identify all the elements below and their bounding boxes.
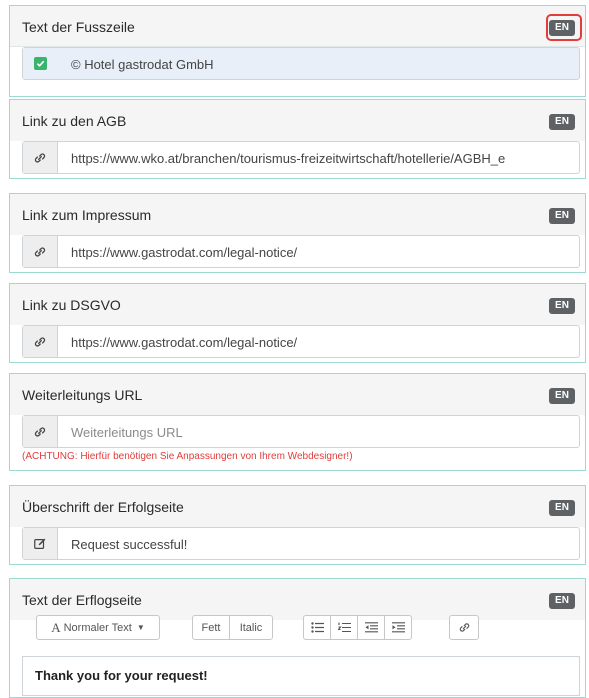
insert-link-button[interactable]	[449, 615, 479, 640]
indent-button[interactable]	[384, 615, 412, 640]
italic-label: Italic	[239, 621, 263, 634]
language-badge-en[interactable]: EN	[549, 20, 575, 36]
indent-icon	[391, 622, 405, 633]
redirect-url-placeholder: Weiterleitungs URL	[71, 425, 183, 440]
footer-text-panel: Text der Fusszeile EN © Hotel gastrodat …	[9, 5, 586, 97]
success-heading-value: Request successful!	[71, 537, 188, 552]
panel-title: Text der Fusszeile	[22, 19, 135, 35]
success-text-panel: Text der Erflogseite EN A Normaler Text …	[9, 578, 586, 698]
edit-icon-addon	[23, 528, 58, 559]
panel-title: Text der Erflogseite	[22, 592, 142, 608]
bold-button[interactable]: Fett	[192, 615, 230, 640]
rich-text-editor[interactable]: Thank you for your request!	[22, 656, 580, 696]
panel-header: Link zu DSGVO EN	[10, 284, 585, 325]
language-badge-en[interactable]: EN	[549, 593, 575, 609]
panel-header: Link zum Impressum EN	[10, 194, 585, 235]
dsgvo-link-input[interactable]: https://www.gastrodat.com/legal-notice/	[22, 325, 580, 358]
success-heading-panel: Überschrift der Erfolgseite EN Request s…	[9, 485, 586, 565]
dsgvo-link-panel: Link zu DSGVO EN https://www.gastrodat.c…	[9, 283, 586, 363]
editor-toolbar: A Normaler Text ▼ Fett Italic	[22, 610, 552, 646]
link-icon-addon	[23, 416, 58, 447]
imprint-link-input[interactable]: https://www.gastrodat.com/legal-notice/	[22, 235, 580, 268]
format-dropdown[interactable]: A Normaler Text ▼	[36, 615, 160, 640]
link-icon	[34, 246, 46, 257]
edit-icon	[34, 538, 46, 549]
numbered-list-icon	[337, 622, 351, 633]
panel-title: Überschrift der Erfolgseite	[22, 499, 184, 515]
format-label: Normaler Text	[63, 621, 132, 634]
panel-header: Weiterleitungs URL EN	[10, 374, 585, 415]
panel-title: Link zu DSGVO	[22, 297, 121, 313]
bullet-list-button[interactable]	[303, 615, 331, 640]
footer-text-value: © Hotel gastrodat GmbH	[71, 57, 214, 72]
panel-header: Link zu den AGB EN	[10, 100, 585, 141]
outdent-icon	[364, 622, 378, 633]
link-icon	[34, 336, 46, 347]
language-badge-en[interactable]: EN	[549, 208, 575, 224]
redirect-url-panel: Weiterleitungs URL EN Weiterleitungs URL…	[9, 373, 586, 471]
text-format-icon: A	[51, 619, 61, 635]
imprint-link-value: https://www.gastrodat.com/legal-notice/	[71, 245, 298, 260]
bullet-list-icon	[310, 622, 324, 633]
panel-title: Link zu den AGB	[22, 113, 127, 129]
success-heading-input[interactable]: Request successful!	[22, 527, 580, 560]
link-icon	[34, 152, 46, 163]
dsgvo-link-value: https://www.gastrodat.com/legal-notice/	[71, 335, 298, 350]
redirect-warning-text: (ACHTUNG: Hierfür benötigen Sie Anpassun…	[22, 451, 353, 462]
editor-content: Thank you for your request!	[35, 668, 208, 683]
agb-link-panel: Link zu den AGB EN https://www.wko.at/br…	[9, 99, 586, 179]
italic-button[interactable]: Italic	[229, 615, 273, 640]
language-badge-en[interactable]: EN	[549, 500, 575, 516]
language-badge-en[interactable]: EN	[549, 114, 575, 130]
redirect-url-input[interactable]: Weiterleitungs URL	[22, 415, 580, 448]
link-icon-addon	[23, 142, 58, 173]
panel-header: Überschrift der Erfolgseite EN	[10, 486, 585, 527]
numbered-list-button[interactable]	[330, 615, 358, 640]
imprint-link-panel: Link zum Impressum EN https://www.gastro…	[9, 193, 586, 273]
panel-header: Text der Fusszeile EN	[10, 6, 585, 47]
link-icon	[459, 623, 469, 632]
language-badge-en[interactable]: EN	[549, 298, 575, 314]
link-icon-addon	[23, 236, 58, 267]
link-icon	[34, 426, 46, 437]
agb-link-input[interactable]: https://www.wko.at/branchen/tourismus-fr…	[22, 141, 580, 174]
check-icon[interactable]	[33, 57, 47, 70]
panel-title: Link zum Impressum	[22, 207, 152, 223]
footer-text-field[interactable]: © Hotel gastrodat GmbH	[22, 47, 580, 80]
link-icon-addon	[23, 326, 58, 357]
outdent-button[interactable]	[357, 615, 385, 640]
bold-label: Fett	[201, 621, 221, 634]
language-badge-en[interactable]: EN	[549, 388, 575, 404]
agb-link-value: https://www.wko.at/branchen/tourismus-fr…	[71, 151, 506, 166]
check-icon-addon	[23, 48, 57, 79]
panel-title: Weiterleitungs URL	[22, 387, 143, 403]
caret-down-icon: ▼	[136, 623, 145, 632]
